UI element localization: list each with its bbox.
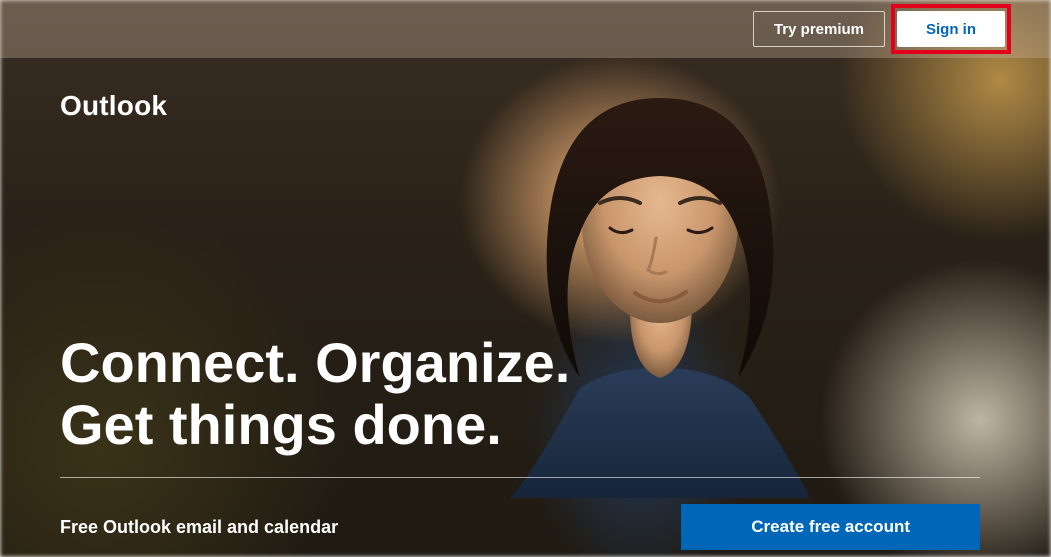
- hero-headline: Connect. Organize. Get things done.: [60, 332, 980, 455]
- hero-headline-line1: Connect. Organize.: [60, 332, 980, 394]
- try-premium-button[interactable]: Try premium: [753, 11, 885, 47]
- hero-headline-line2: Get things done.: [60, 394, 980, 456]
- sign-in-button[interactable]: Sign in: [897, 11, 1005, 47]
- sub-row: Free Outlook email and calendar Create f…: [60, 504, 980, 550]
- hero-content: Outlook Connect. Organize. Get things do…: [60, 90, 980, 550]
- create-free-account-button[interactable]: Create free account: [681, 504, 980, 550]
- brand-title: Outlook: [60, 90, 980, 122]
- header-bar: Try premium Sign in: [0, 0, 1051, 58]
- hero-subtext: Free Outlook email and calendar: [60, 517, 338, 538]
- divider: [60, 477, 980, 478]
